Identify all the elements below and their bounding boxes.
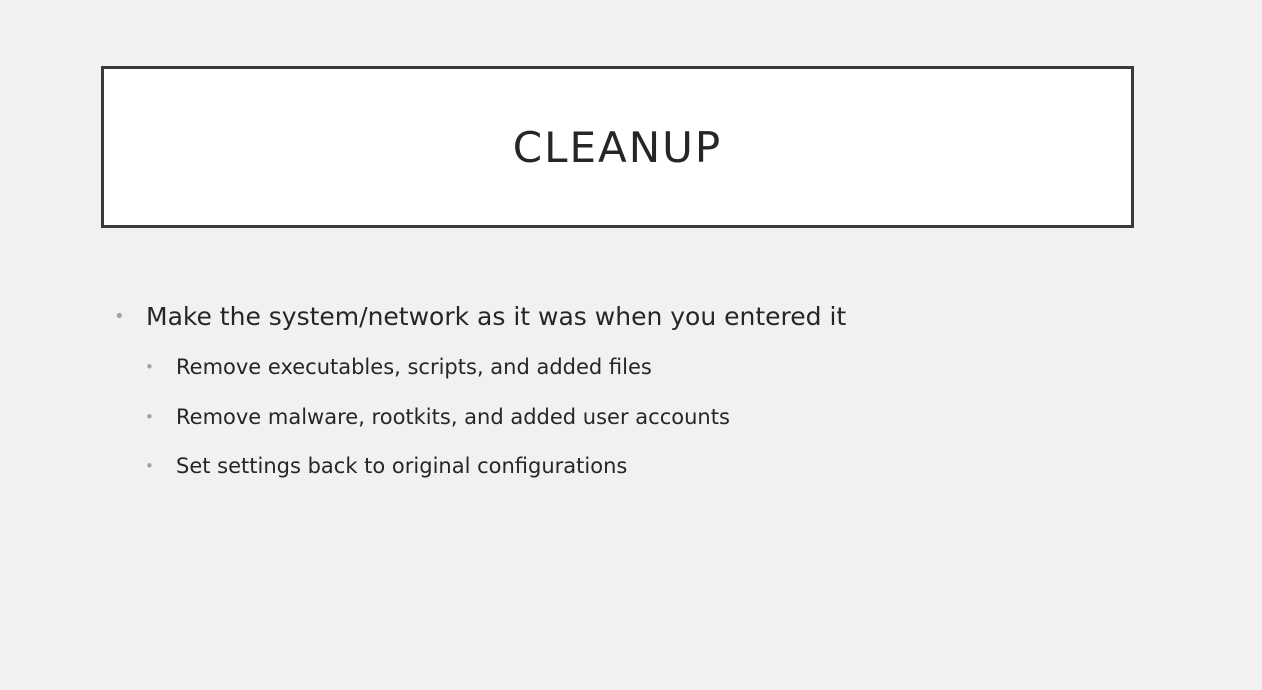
bullet-list: • Make the system/network as it was when… <box>114 294 1114 493</box>
sub-bullet-text: Set settings back to original configurat… <box>176 454 628 478</box>
sub-bullet-text: Remove malware, rootkits, and added user… <box>176 404 730 429</box>
sub-bullet-item: • Remove executables, scripts, and added… <box>114 344 1114 394</box>
bullet-dot-icon: • <box>114 306 125 327</box>
slide-title: CLEANUP <box>512 122 723 172</box>
sub-bullet-text: Remove executables, scripts, and added f… <box>176 355 652 379</box>
bullet-dot-icon: • <box>145 457 154 475</box>
title-box: CLEANUP <box>101 66 1134 228</box>
bullet-dot-icon: • <box>145 407 154 426</box>
slide: CLEANUP • Make the system/network as it … <box>0 0 1262 690</box>
sub-bullet-item: • Remove malware, rootkits, and added us… <box>114 394 1114 444</box>
bullet-item: • Make the system/network as it was when… <box>114 294 1114 344</box>
bullet-text: Make the system/network as it was when y… <box>146 302 847 331</box>
bullet-dot-icon: • <box>145 358 154 376</box>
sub-bullet-item: • Set settings back to original configur… <box>114 443 1114 493</box>
